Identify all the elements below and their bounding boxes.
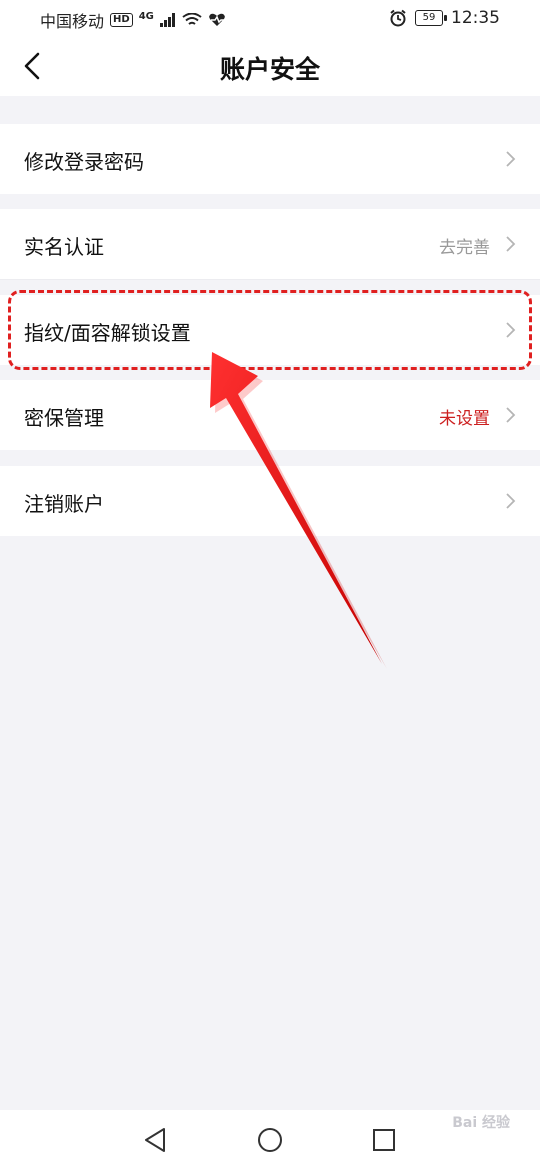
row-real-name-verification[interactable]: 实名认证 去完善 [0, 209, 540, 279]
status-bar: 中国移动 HD 4G 59 12:35 [0, 0, 540, 36]
nav-back-icon[interactable] [140, 1124, 172, 1156]
divider [0, 279, 540, 280]
clock: 12:35 [451, 8, 500, 28]
row-security-question[interactable]: 密保管理 未设置 [0, 380, 540, 450]
row-label: 修改登录密码 [24, 150, 144, 174]
row-label: 实名认证 [24, 235, 104, 259]
row-fingerprint-face-unlock[interactable]: 指纹/面容解锁设置 [0, 295, 540, 365]
carrier-name: 中国移动 [40, 12, 105, 31]
row-change-login-password[interactable]: 修改登录密码 [0, 124, 540, 194]
battery-icon: 59 [415, 10, 447, 26]
watermark: Bai 经验 [452, 1115, 510, 1131]
alarm-icon [390, 9, 406, 27]
nav-home-icon[interactable] [254, 1124, 286, 1156]
header: 账户安全 [0, 36, 540, 96]
network-type: 4G [138, 10, 154, 22]
signal-icon [159, 13, 175, 27]
chevron-right-icon [506, 236, 516, 252]
heart-rate-icon [209, 13, 225, 26]
wifi-icon [182, 13, 202, 25]
status-right: 59 12:35 [389, 8, 500, 28]
row-value-complete: 去完善 [439, 238, 490, 258]
chevron-right-icon [506, 407, 516, 423]
row-label: 密保管理 [24, 406, 104, 430]
hd-badge: HD [110, 13, 133, 27]
page-title: 账户安全 [219, 55, 320, 84]
row-label: 指纹/面容解锁设置 [24, 321, 191, 345]
chevron-right-icon [506, 493, 516, 509]
nav-recents-icon[interactable] [368, 1124, 400, 1156]
status-left: 中国移动 HD 4G [40, 8, 226, 32]
chevron-right-icon [506, 151, 516, 167]
row-cancel-account[interactable]: 注销账户 [0, 466, 540, 536]
row-value-not-set: 未设置 [439, 409, 490, 429]
row-label: 注销账户 [24, 492, 104, 516]
chevron-right-icon [506, 322, 516, 338]
